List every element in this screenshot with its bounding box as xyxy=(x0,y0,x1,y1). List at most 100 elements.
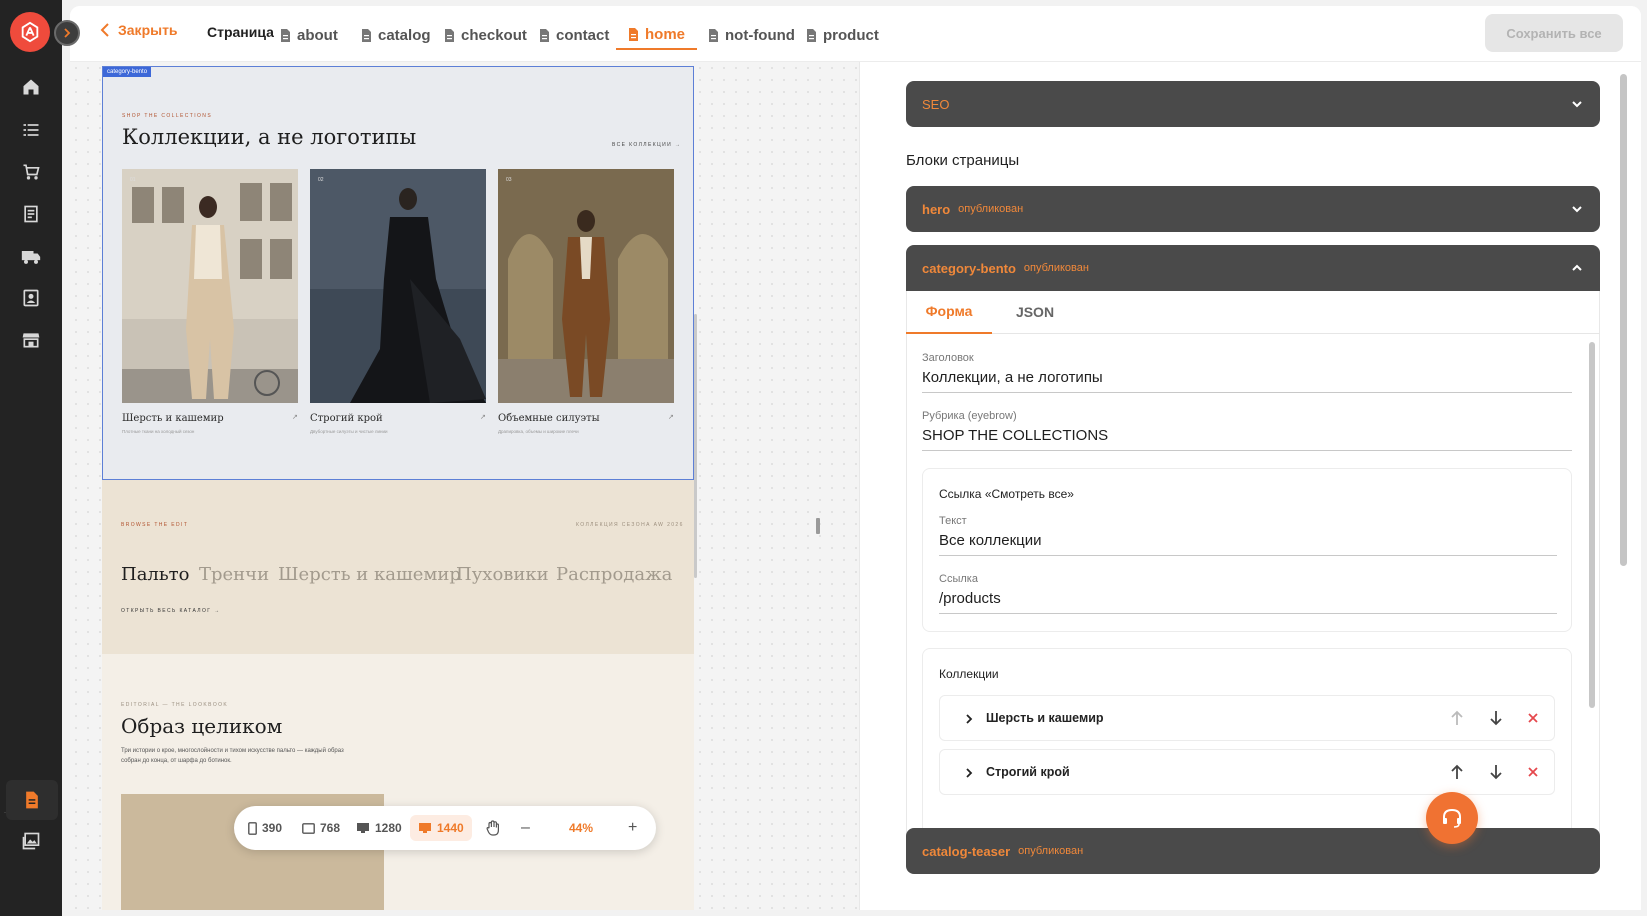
file-icon xyxy=(362,28,371,42)
block-name: category-bento xyxy=(922,260,1016,276)
field-label: Заголовок xyxy=(922,352,974,364)
delete-icon[interactable] xyxy=(1527,712,1539,724)
arrow-right-icon: ↗ xyxy=(668,414,674,421)
media-icon[interactable] xyxy=(14,824,48,858)
pages-icon[interactable] xyxy=(6,780,58,820)
truck-icon[interactable] xyxy=(14,239,48,273)
chevron-up-icon xyxy=(1572,264,1582,271)
chevron-down-icon xyxy=(1572,206,1582,213)
page-label: Страница xyxy=(207,24,274,40)
tab-form[interactable]: Форма xyxy=(906,290,992,334)
contacts-icon[interactable] xyxy=(14,281,48,315)
tailoring-photo xyxy=(310,169,486,403)
collection-card-image[interactable]: 03 xyxy=(498,169,674,403)
tab-home[interactable]: home xyxy=(616,20,698,50)
chevron-right-icon[interactable] xyxy=(964,713,974,725)
tablet-icon xyxy=(302,822,315,834)
breakpoint-value: 390 xyxy=(262,821,283,835)
editor-tabs: Форма JSON xyxy=(906,290,1600,334)
chevron-left-icon xyxy=(100,23,109,37)
lookbook-section[interactable]: EDITORIAL — THE LOOKBOOK Образ целиком Т… xyxy=(102,654,694,910)
edit-season: КОЛЛЕКЦИЯ СЕЗОНА AW 2026 xyxy=(576,522,684,528)
orders-icon[interactable] xyxy=(14,197,48,231)
expand-sidebar-button[interactable] xyxy=(54,20,80,46)
preview-scrollbar[interactable] xyxy=(694,314,697,578)
block-catalog-teaser[interactable]: catalog-teaser опубликован xyxy=(906,828,1600,874)
pan-tool-button[interactable] xyxy=(486,815,500,841)
top-bar: Закрыть Страница about catalog checkout … xyxy=(70,6,1641,62)
home-icon[interactable] xyxy=(14,70,48,104)
file-icon xyxy=(709,28,718,42)
phone-icon xyxy=(248,821,257,835)
save-all-button[interactable]: Сохранить все xyxy=(1485,14,1623,52)
app-logo[interactable] xyxy=(10,12,50,52)
arrow-down-icon[interactable] xyxy=(1489,764,1503,780)
card-number: 01 xyxy=(130,177,136,183)
chevron-right-icon[interactable] xyxy=(964,767,974,779)
cart-icon[interactable] xyxy=(14,155,48,189)
delete-icon[interactable] xyxy=(1527,766,1539,778)
editor-frame: Закрыть Страница about catalog checkout … xyxy=(70,6,1641,910)
resize-handle[interactable] xyxy=(816,518,820,534)
support-button[interactable] xyxy=(1426,792,1478,844)
catalog-link[interactable]: ОТКРЫТЬ ВЕСЬ КАТАЛОГ → xyxy=(121,608,221,614)
breakpoint-1440-button[interactable]: 1440 xyxy=(410,815,472,841)
category-link[interactable]: Шерсть и кашемир xyxy=(278,564,461,585)
collection-card-image[interactable]: 02 xyxy=(310,169,486,403)
collection-card-image[interactable]: 01 xyxy=(122,169,298,403)
category-link[interactable]: Пуховики xyxy=(456,564,549,585)
field-label: Рубрика (eyebrow) xyxy=(922,410,1017,422)
title-field[interactable]: Заголовок Коллекции, а не логотипы xyxy=(922,352,1572,393)
seo-accordion[interactable]: SEO xyxy=(906,81,1600,127)
arrow-up-icon[interactable] xyxy=(1450,710,1464,726)
tab-label: checkout xyxy=(461,26,527,44)
close-label: Закрыть xyxy=(118,22,178,38)
arrow-up-icon[interactable] xyxy=(1450,764,1464,780)
tab-about[interactable]: about xyxy=(280,20,338,50)
headset-icon xyxy=(1443,808,1461,828)
block-name: catalog-teaser xyxy=(922,843,1011,859)
tab-product[interactable]: product xyxy=(806,20,879,50)
category-link[interactable]: Распродажа xyxy=(556,564,672,585)
tab-catalog[interactable]: catalog xyxy=(361,20,431,50)
bento-view-all-link[interactable]: ВСЕ КОЛЛЕКЦИИ → xyxy=(612,142,681,148)
form-scrollbar[interactable] xyxy=(1589,342,1595,708)
store-icon[interactable] xyxy=(14,323,48,357)
arrow-right-icon: ↗ xyxy=(480,414,486,421)
category-link[interactable]: Тренчи xyxy=(199,564,269,585)
collection-item[interactable]: Строгий крой xyxy=(939,749,1555,795)
arrow-down-icon[interactable] xyxy=(1489,710,1503,726)
breakpoint-768-button[interactable]: 768 xyxy=(302,815,340,841)
bento-title: Коллекции, а не логотипы xyxy=(122,125,417,149)
page-preview: category-bento SHOP THE COLLECTIONS Колл… xyxy=(102,66,694,910)
tab-label: catalog xyxy=(378,26,431,44)
collection-item[interactable]: Шерсть и кашемир xyxy=(939,695,1555,741)
tab-not-found[interactable]: not-found xyxy=(708,20,795,50)
eyebrow-field[interactable]: Рубрика (eyebrow) SHOP THE COLLECTIONS xyxy=(922,410,1572,451)
link-url-input[interactable]: /products xyxy=(939,590,1557,614)
zoom-out-button[interactable]: – xyxy=(521,815,530,841)
breakpoint-390-button[interactable]: 390 xyxy=(248,815,282,841)
tab-json[interactable]: JSON xyxy=(1002,290,1068,334)
zoom-in-button[interactable]: + xyxy=(628,815,637,841)
block-hero[interactable]: hero опубликован xyxy=(906,186,1600,232)
tab-label: about xyxy=(297,26,338,44)
title-input[interactable]: Коллекции, а не логотипы xyxy=(922,369,1572,393)
tab-checkout[interactable]: checkout xyxy=(444,20,527,50)
close-button[interactable]: Закрыть xyxy=(100,22,178,38)
block-category-bento[interactable]: category-bento опубликован xyxy=(906,245,1600,291)
browse-edit-section[interactable]: BROWSE THE EDIT КОЛЛЕКЦИЯ СЕЗОНА AW 2026… xyxy=(102,480,694,654)
eyebrow-input[interactable]: SHOP THE COLLECTIONS xyxy=(922,427,1572,451)
card-title: Строгий крой xyxy=(310,413,383,424)
category-link[interactable]: Пальто xyxy=(121,564,189,585)
logo-icon xyxy=(21,21,39,43)
link-text-field[interactable]: Текст Все коллекции xyxy=(939,515,1557,556)
link-url-field[interactable]: Ссылка /products xyxy=(939,573,1557,614)
block-status: опубликован xyxy=(1023,262,1089,274)
list-icon[interactable] xyxy=(14,113,48,147)
category-bento-section[interactable]: category-bento SHOP THE COLLECTIONS Колл… xyxy=(102,66,694,480)
tab-contact[interactable]: contact xyxy=(539,20,609,50)
panel-scrollbar[interactable] xyxy=(1620,74,1627,566)
breakpoint-1280-button[interactable]: 1280 xyxy=(356,815,402,841)
link-text-input[interactable]: Все коллекции xyxy=(939,532,1557,556)
